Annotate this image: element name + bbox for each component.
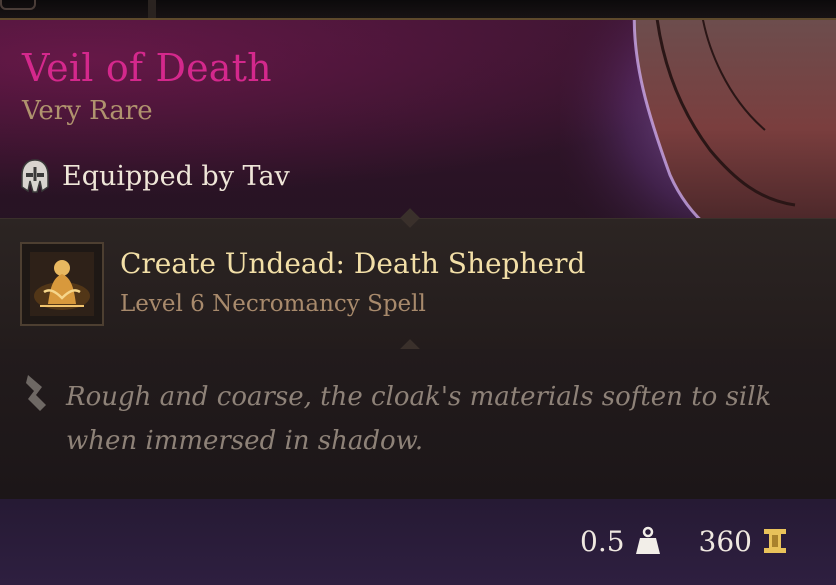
item-tooltip: Veil of Death Very Rare Equipped by Tav … [0,18,836,585]
item-description: Rough and coarse, the cloak's materials … [66,382,772,456]
weight-value: 0.5 [580,524,625,558]
description-section: Rough and coarse, the cloak's materials … [0,349,836,499]
spell-section: Create Undead: Death Shepherd Level 6 Ne… [0,208,836,359]
top-tab [0,0,36,10]
spell-name: Create Undead: Death Shepherd [120,247,586,280]
item-footer: 0.5 360 [580,519,788,563]
price-value: 360 [698,524,752,558]
necromancy-spell-icon [30,252,94,316]
weight-icon [635,526,660,554]
spell-icon-frame[interactable] [20,242,104,326]
gold-coin-icon [764,529,786,553]
top-divider [148,0,156,18]
item-title: Veil of Death [22,46,272,90]
equipped-label: Equipped by Tav [62,160,290,192]
item-rarity: Very Rare [22,96,153,126]
quill-icon [26,375,46,411]
helmet-icon [21,159,49,193]
spell-level: Level 6 Necromancy Spell [120,291,426,317]
equipped-status: Equipped by Tav [20,158,290,194]
